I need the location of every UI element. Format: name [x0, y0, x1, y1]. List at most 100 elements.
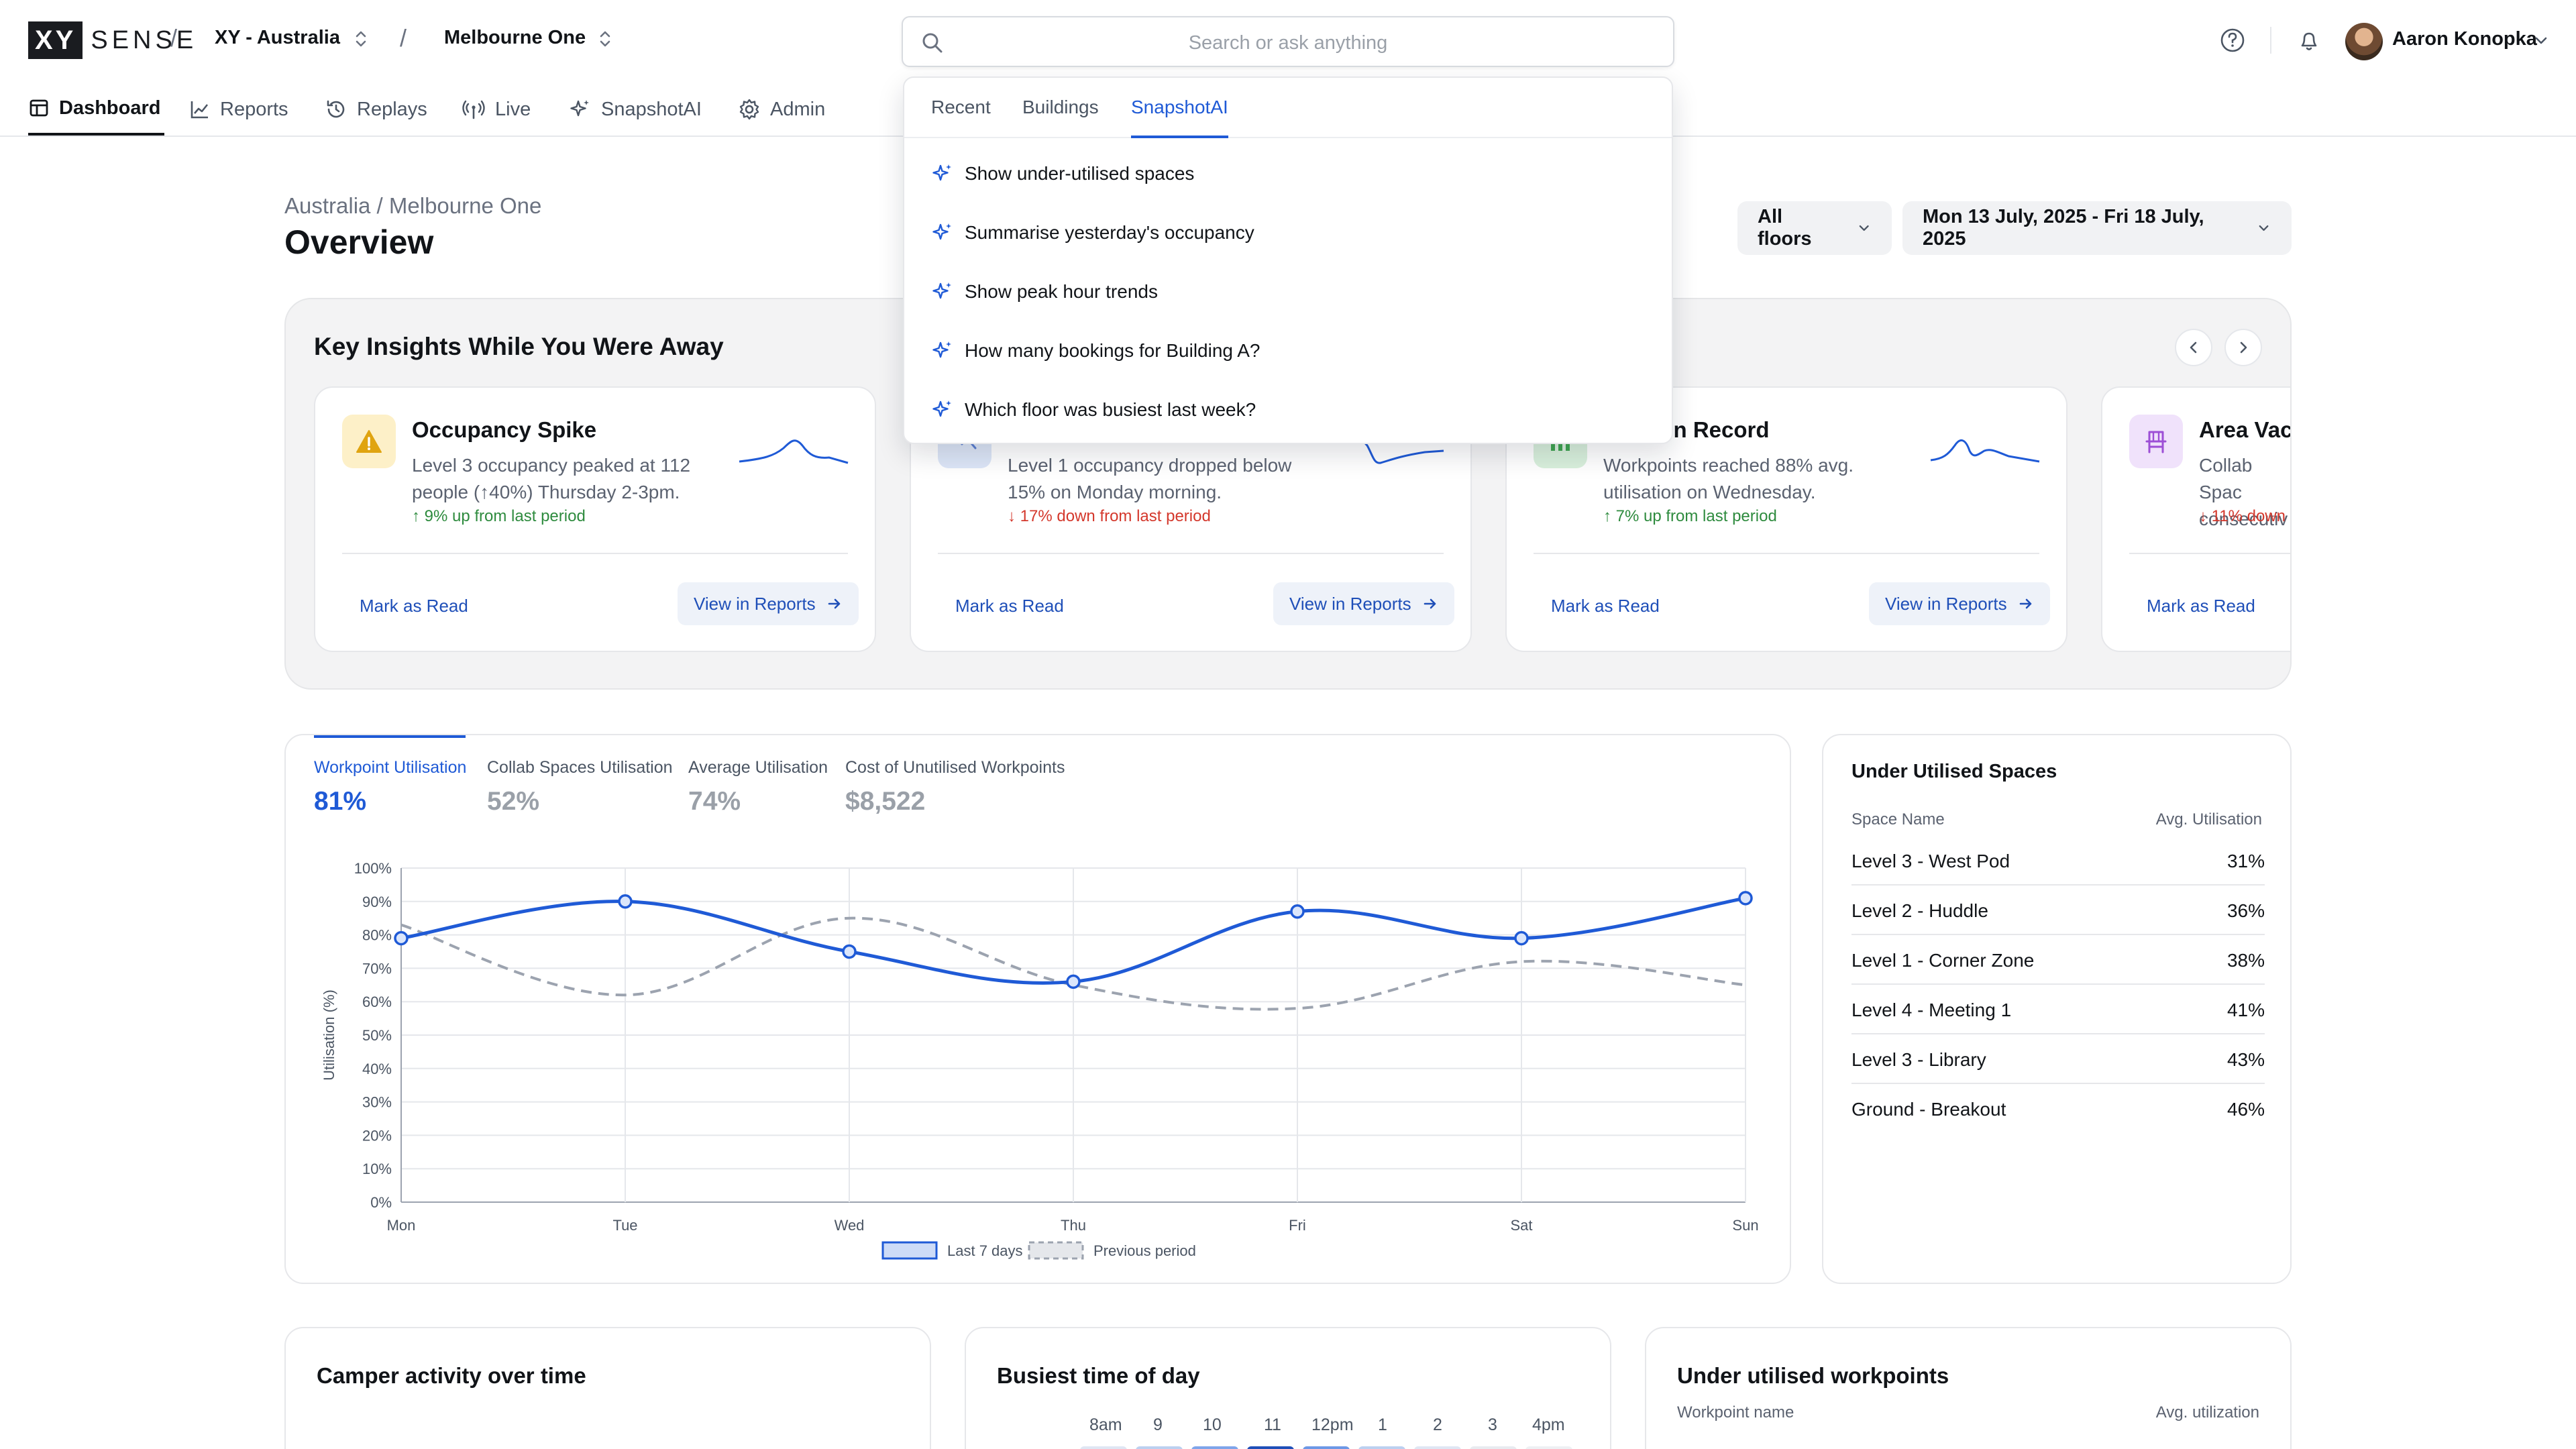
- chevron-up-down-icon[interactable]: [352, 28, 370, 50]
- user-name[interactable]: Aaron Konopka: [2392, 28, 2537, 50]
- heatmap-cell[interactable]: [1080, 1446, 1127, 1449]
- insight-trend: ↓ 11% down: [2199, 507, 2286, 525]
- heatmap-cell[interactable]: [1470, 1446, 1517, 1449]
- mark-as-read-link[interactable]: Mark as Read: [2147, 596, 2255, 616]
- logo-mark: XY: [28, 21, 83, 59]
- nav-replays[interactable]: Replays: [325, 83, 427, 136]
- heatmap-cell[interactable]: [1136, 1446, 1183, 1449]
- insight-icon-wrap: [342, 415, 396, 468]
- view-in-reports-button[interactable]: View in Reports: [678, 582, 859, 625]
- utilisation-chart-panel: Workpoint Utilisation 81% Collab Spaces …: [284, 734, 1791, 1284]
- chevron-down-icon[interactable]: [2533, 32, 2549, 48]
- insight-description: Level 1 occupancy dropped below 15% on M…: [1008, 455, 1292, 502]
- floor-filter[interactable]: All floors: [1737, 201, 1892, 255]
- chair-icon: [2145, 431, 2167, 453]
- legend-swatch-previous-period: [1028, 1241, 1084, 1260]
- gear-icon: [739, 99, 759, 120]
- table-row[interactable]: Level 3 - West Pod 31%: [1851, 836, 2265, 885]
- help-icon[interactable]: [2219, 27, 2246, 54]
- space-name: Level 3 - Library: [1851, 1049, 1986, 1070]
- chevron-up-down-icon[interactable]: [596, 28, 614, 50]
- utilisation-line-chart: 0% 10% 20% 30% 40% 50% 60% 70% 80% 90% 100% Mon Tue W…: [321, 860, 1759, 1260]
- y-tick-label: 10%: [362, 1161, 392, 1177]
- card-title: Busiest time of day: [997, 1363, 1200, 1388]
- heatmap-cell[interactable]: [1303, 1446, 1350, 1449]
- view-in-reports-button[interactable]: View in Reports: [1869, 582, 2050, 625]
- carousel-next-button[interactable]: [2224, 329, 2262, 366]
- suggestion-item[interactable]: Show under-utilised spaces: [931, 157, 1194, 191]
- hour-label: 3: [1488, 1415, 1497, 1434]
- y-tick-label: 30%: [362, 1094, 392, 1111]
- carousel-prev-button[interactable]: [2175, 329, 2212, 366]
- card-divider: [342, 553, 848, 554]
- x-tick-label: Tue: [612, 1217, 637, 1234]
- x-tick-label: Fri: [1289, 1217, 1306, 1234]
- hour-label: 9: [1153, 1415, 1163, 1434]
- data-point: [1514, 930, 1529, 946]
- insight-description: Workpoints reached 88% avg. utilisation …: [1603, 455, 1854, 502]
- page-title: Overview: [284, 223, 434, 261]
- sparkle-icon: [932, 223, 951, 240]
- heatmap-cell[interactable]: [1358, 1446, 1405, 1449]
- table-row[interactable]: Level 1 - Corner Zone 38%: [1851, 935, 2265, 985]
- suggestion-item[interactable]: Summarise yesterday's occupancy: [931, 216, 1254, 250]
- org-selector[interactable]: XY - Australia: [215, 27, 340, 49]
- heatmap-cell[interactable]: [1247, 1446, 1294, 1449]
- mark-as-read-link[interactable]: Mark as Read: [360, 596, 468, 616]
- avatar[interactable]: [2345, 23, 2383, 60]
- data-point: [618, 894, 633, 909]
- nav-live[interactable]: Live: [462, 83, 531, 136]
- arrow-right-icon: [828, 598, 840, 609]
- mark-as-read-link[interactable]: Mark as Read: [1551, 596, 1660, 616]
- search-bar[interactable]: Search or ask anything: [902, 16, 1674, 67]
- dashboard-icon: [30, 99, 48, 117]
- nav-admin[interactable]: Admin: [738, 83, 825, 136]
- tab-buildings[interactable]: Buildings: [1022, 97, 1099, 138]
- mark-as-read-link[interactable]: Mark as Read: [955, 596, 1064, 616]
- data-point: [1066, 974, 1081, 989]
- y-tick-label: 50%: [362, 1027, 392, 1044]
- nav-label: Dashboard: [59, 97, 161, 119]
- space-name: Level 4 - Meeting 1: [1851, 1000, 2012, 1020]
- table-row[interactable]: Ground - Breakout 46%: [1851, 1084, 2265, 1134]
- nav-label: Reports: [220, 98, 288, 120]
- nav-label: Admin: [770, 98, 826, 120]
- legend-swatch-last-7-days: [881, 1241, 938, 1260]
- hour-label: 11: [1264, 1415, 1281, 1434]
- space-utilisation: 43%: [2226, 1049, 2265, 1070]
- suggestion-label: Show under-utilised spaces: [965, 163, 1195, 184]
- nav-dashboard[interactable]: Dashboard: [28, 83, 165, 136]
- y-tick-label: 100%: [354, 860, 392, 877]
- table-row[interactable]: Level 3 - Library 43%: [1851, 1034, 2265, 1084]
- table-row[interactable]: Level 4 - Meeting 1 41%: [1851, 985, 2265, 1034]
- heatmap-cell[interactable]: [1525, 1446, 1572, 1449]
- suggestion-label: Show peak hour trends: [965, 281, 1158, 302]
- heatmap-cell[interactable]: [1191, 1446, 1238, 1449]
- suggestion-item[interactable]: Which floor was busiest last week?: [931, 393, 1256, 427]
- table-row[interactable]: Level 2 - Huddle 36%: [1851, 885, 2265, 935]
- view-in-reports-label: View in Reports: [694, 593, 816, 614]
- column-header-space-name: Space Name: [1851, 810, 1945, 828]
- suggestion-item[interactable]: How many bookings for Building A?: [931, 334, 1260, 368]
- nav-snapshotai[interactable]: SnapshotAI: [569, 83, 702, 136]
- dropdown-divider: [904, 137, 1672, 138]
- suggestion-item[interactable]: Show peak hour trends: [931, 275, 1158, 309]
- header-divider: [2270, 27, 2271, 54]
- space-utilisation: 41%: [2226, 1000, 2265, 1020]
- nav-reports[interactable]: Reports: [189, 83, 288, 136]
- view-in-reports-button[interactable]: View in Reports: [1273, 582, 1454, 625]
- date-range-label: Mon 13 July, 2025 - Fri 18 July, 2025: [1923, 206, 2204, 250]
- bell-icon[interactable]: [2296, 27, 2322, 54]
- x-tick-label: Sun: [1732, 1217, 1758, 1234]
- legend-label: Last 7 days: [947, 1242, 1023, 1259]
- chevron-down-icon: [2259, 225, 2269, 231]
- heatmap-cell[interactable]: [1414, 1446, 1461, 1449]
- date-range-picker[interactable]: Mon 13 July, 2025 - Fri 18 July, 2025: [1902, 201, 2292, 255]
- tab-recent[interactable]: Recent: [931, 97, 991, 138]
- insight-title: Occupancy Spike: [412, 417, 597, 442]
- arrow-right-icon: [2019, 598, 2031, 609]
- space-name: Level 1 - Corner Zone: [1851, 950, 2035, 971]
- building-selector[interactable]: Melbourne One: [444, 27, 586, 49]
- tab-snapshotai[interactable]: SnapshotAI: [1131, 97, 1228, 138]
- top-bar: XY SENSE / XY - Australia / Melbourne On…: [0, 0, 2576, 83]
